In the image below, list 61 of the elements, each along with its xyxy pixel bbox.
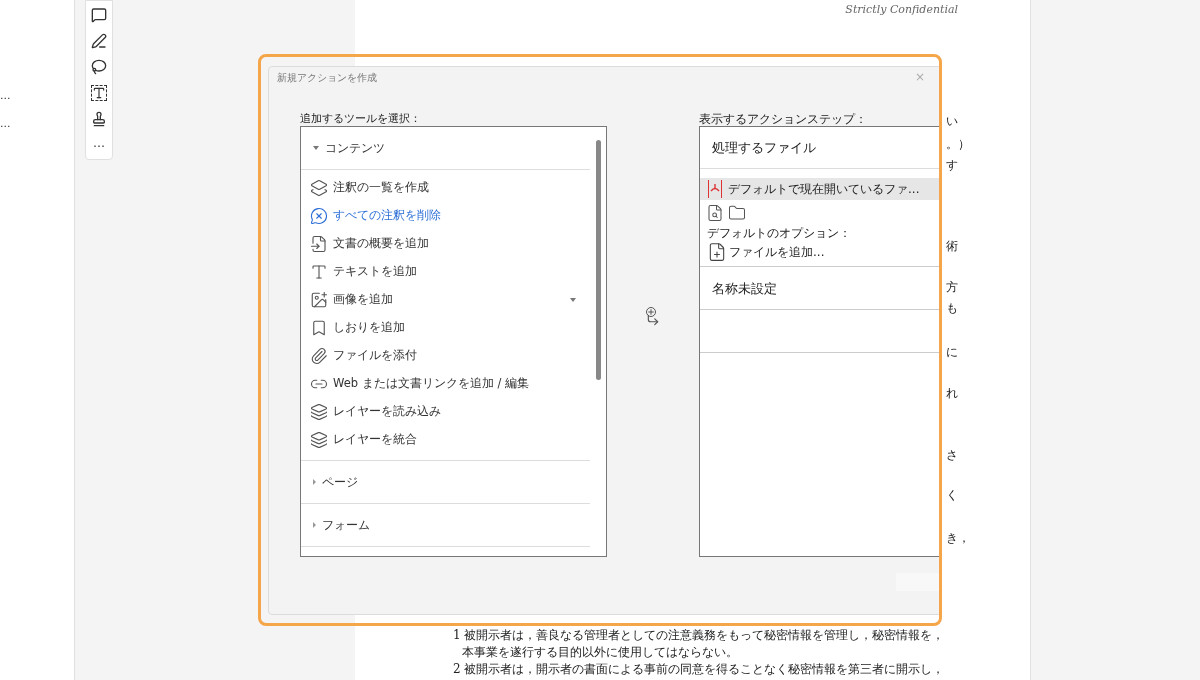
folder-icon[interactable] bbox=[728, 204, 746, 222]
selected-file-row[interactable]: デフォルトで現在開いているファ... bbox=[700, 178, 939, 200]
expand-caret-icon bbox=[313, 522, 316, 528]
tool-item[interactable]: Web または文書リンクを追加 / 編集 bbox=[301, 370, 590, 398]
document-line: 2 被開示者は，開示者の書面による事前の同意を得ることなく秘密情報を第三者に開示し， bbox=[453, 662, 945, 676]
steps-label: 表示するアクションステップ： bbox=[699, 112, 868, 126]
comment-icon[interactable] bbox=[91, 7, 107, 23]
document-text-fragment: き， bbox=[946, 530, 970, 547]
panel-item-text[interactable]: ... bbox=[0, 118, 74, 130]
text-box-icon[interactable] bbox=[91, 85, 107, 101]
pdf-icon bbox=[708, 180, 722, 198]
more-button[interactable]: … bbox=[93, 137, 105, 153]
dialog-title: 新規アクションを作成 bbox=[277, 70, 377, 85]
dropdown-caret-icon[interactable] bbox=[570, 298, 576, 302]
document-text-fragment: さ bbox=[946, 447, 958, 464]
tool-item[interactable]: 注釈の一覧を作成 bbox=[301, 174, 590, 202]
panel-item-text[interactable]: ... bbox=[0, 90, 74, 102]
document-text-fragment: に bbox=[946, 344, 958, 361]
tool-item[interactable]: 画像を追加 bbox=[301, 286, 590, 314]
tool-item[interactable]: ファイルを添付 bbox=[301, 342, 590, 370]
stamp-icon[interactable] bbox=[91, 111, 107, 127]
document-line: 本事業を遂行する目的以外に使用してはならない。 bbox=[462, 645, 738, 659]
scrollbar-thumb[interactable] bbox=[596, 140, 601, 380]
step-title[interactable]: 名称未設定 bbox=[700, 267, 939, 310]
collapse-caret-icon bbox=[313, 146, 319, 150]
expand-caret-icon bbox=[313, 479, 316, 485]
document-line: 1 被開示者は，善良なる管理者としての注意義務をもって秘密情報を管理し，秘密情報を， bbox=[453, 628, 945, 642]
text-add-icon bbox=[310, 263, 328, 281]
add-file-button[interactable]: ファイルを追加... bbox=[700, 242, 939, 262]
layers-icon bbox=[310, 431, 328, 449]
comment-delete-icon bbox=[310, 207, 328, 225]
document-text-fragment: も bbox=[946, 300, 958, 317]
document-text-fragment: い bbox=[946, 113, 958, 130]
image-add-icon bbox=[310, 291, 328, 309]
tools-label: 追加するツールを選択： bbox=[300, 112, 422, 126]
document-text-fragment: 。） bbox=[946, 136, 970, 153]
document-add-icon bbox=[310, 235, 328, 253]
tool-group-header[interactable]: コンテンツ bbox=[301, 127, 590, 169]
lasso-icon[interactable] bbox=[91, 59, 107, 75]
document-text-fragment: 術 bbox=[946, 238, 958, 255]
pen-icon[interactable] bbox=[91, 33, 107, 49]
paperclip-icon bbox=[310, 347, 328, 365]
tool-group-header[interactable]: ページ bbox=[301, 461, 590, 503]
tool-item[interactable]: テキストを追加 bbox=[301, 258, 590, 286]
file-add-icon bbox=[707, 242, 727, 262]
document-header: Strictly Confidential bbox=[845, 2, 958, 18]
tool-item[interactable]: しおりを追加 bbox=[301, 314, 590, 342]
document-text-fragment: れ bbox=[946, 385, 958, 402]
step-title[interactable]: 処理するファイル bbox=[700, 127, 939, 169]
tool-item[interactable]: すべての注釈を削除 bbox=[301, 202, 590, 230]
file-search-icon[interactable] bbox=[706, 204, 724, 222]
tool-item[interactable]: 文書の概要を追加 bbox=[301, 230, 590, 258]
document-text-fragment: く bbox=[946, 487, 958, 504]
tool-item[interactable]: レイヤーを読み込み bbox=[301, 398, 590, 426]
tool-group-header[interactable]: フォーム bbox=[301, 504, 590, 546]
layers-icon bbox=[310, 403, 328, 421]
tool-item[interactable]: レイヤーを統合 bbox=[301, 426, 590, 454]
options-label: デフォルトのオプション： bbox=[706, 225, 852, 242]
bookmark-icon bbox=[310, 319, 328, 337]
document-text-fragment: 方 bbox=[946, 279, 958, 296]
document-text-fragment: す bbox=[946, 157, 958, 174]
